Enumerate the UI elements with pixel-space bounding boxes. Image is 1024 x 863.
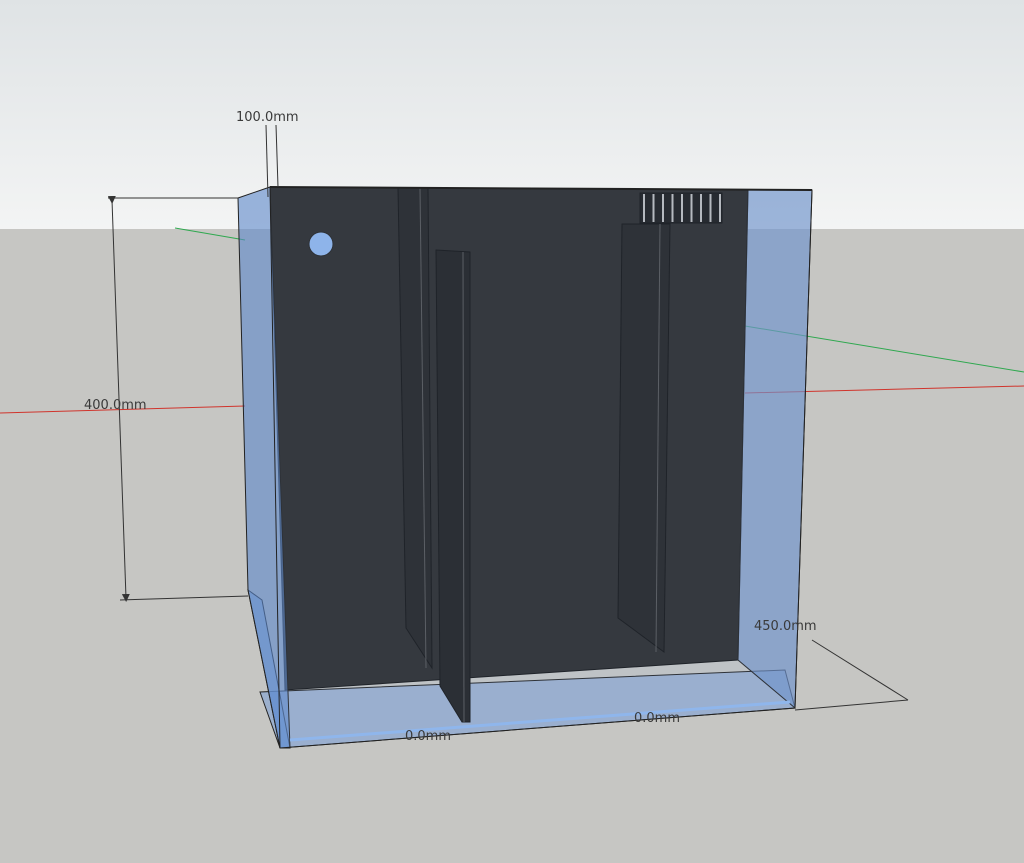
- 3d-viewport[interactable]: 100.0mm 400.0mm 450.0mm 0.0mm 0.0mm: [0, 0, 1024, 863]
- dimension-bottom-left[interactable]: 0.0mm: [405, 730, 451, 743]
- model-scene[interactable]: [0, 0, 1024, 863]
- dimension-height[interactable]: 400.0mm: [84, 399, 147, 412]
- dimension-bottom-right[interactable]: 0.0mm: [634, 712, 680, 725]
- dimension-top-offset[interactable]: 100.0mm: [236, 111, 299, 124]
- dimension-depth[interactable]: 450.0mm: [754, 620, 817, 633]
- front-glass-edge[interactable]: [269, 186, 813, 749]
